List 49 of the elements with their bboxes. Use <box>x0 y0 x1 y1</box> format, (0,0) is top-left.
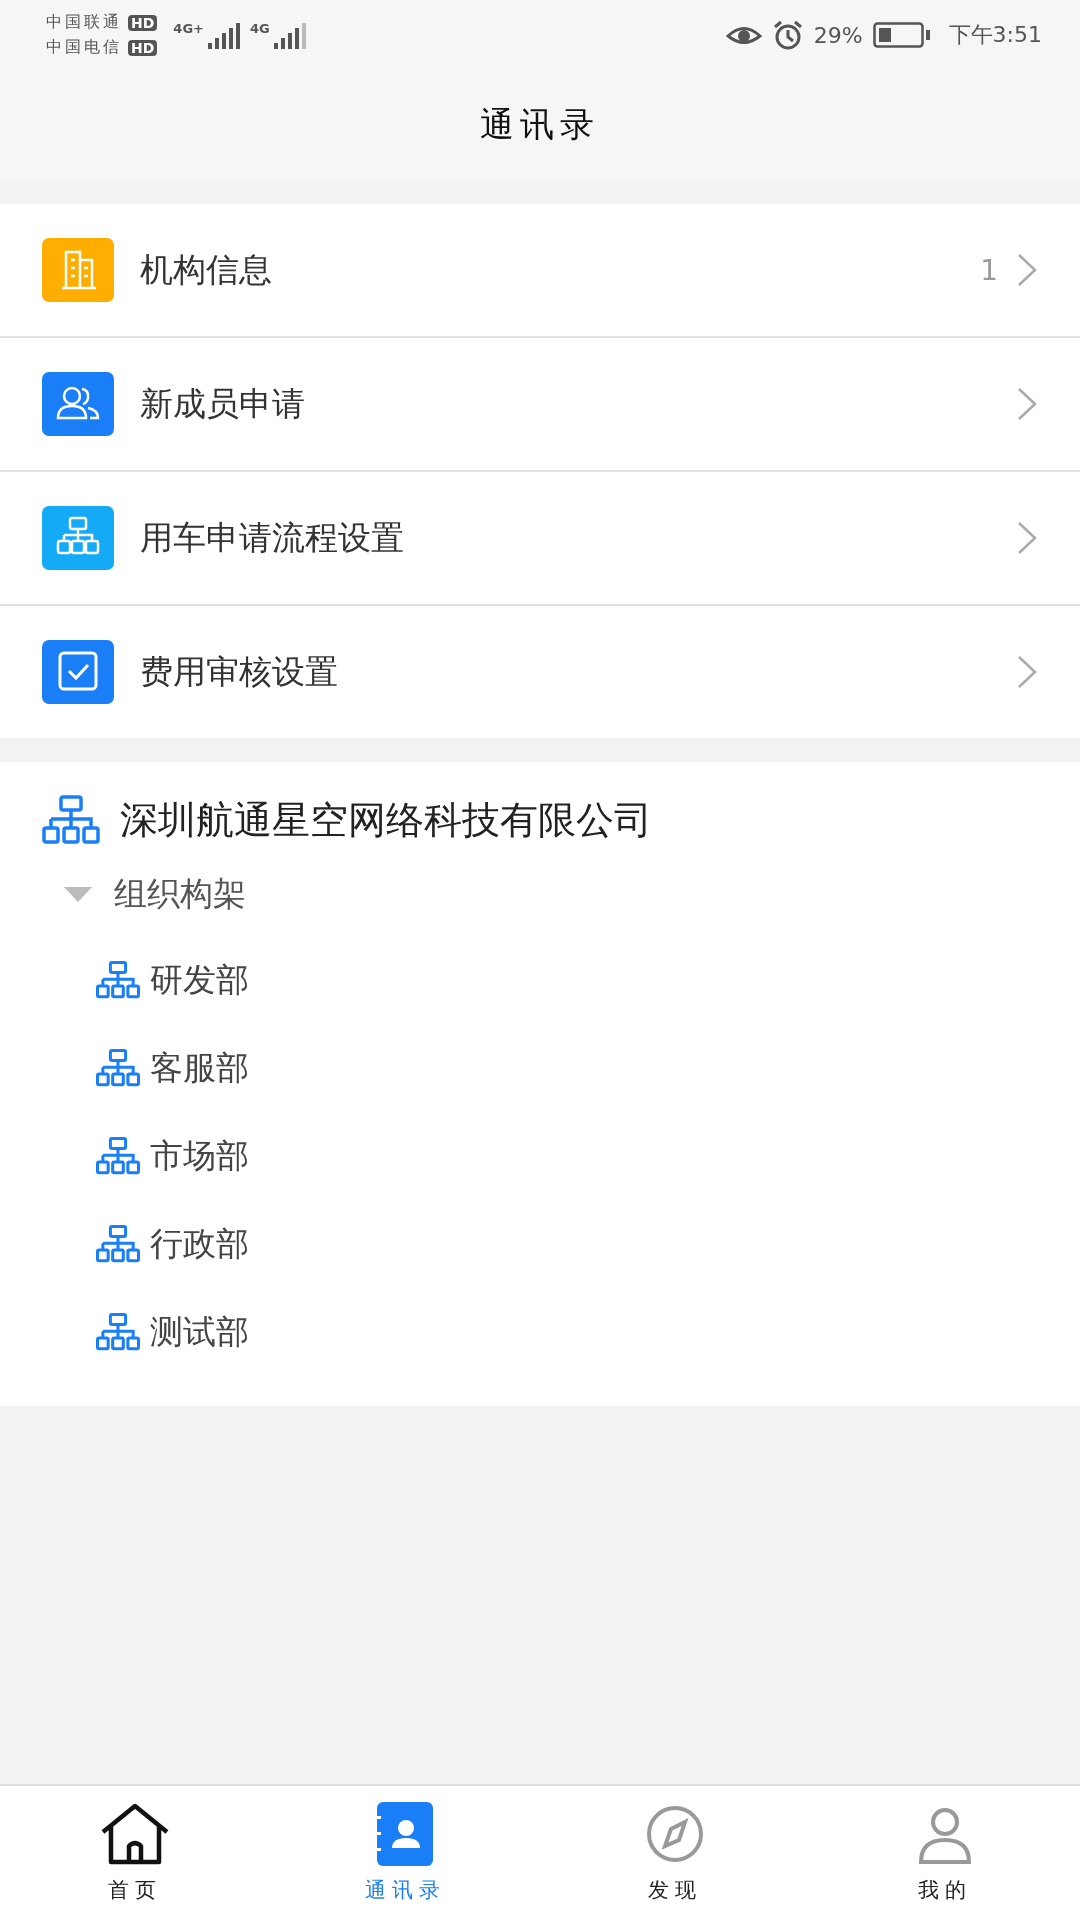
signal-icon <box>205 21 240 49</box>
building-icon <box>42 238 114 302</box>
battery-icon <box>872 22 931 48</box>
org-chart-icon <box>42 795 100 845</box>
department-item[interactable]: 行政部 <box>150 1221 249 1267</box>
org-chart-icon <box>96 1049 140 1087</box>
page-title: 通讯录 <box>480 103 600 146</box>
department-item[interactable]: 市场部 <box>150 1133 249 1179</box>
tab[interactable]: 发现 <box>540 1786 810 1920</box>
tree-node[interactable]: 组织构架 <box>0 852 1080 936</box>
department-item[interactable]: 客服部 <box>150 1045 249 1091</box>
menu-item[interactable]: 新成员申请 <box>0 338 1080 472</box>
chevron-right-icon <box>1016 386 1038 422</box>
carrier-name: 中国电信 <box>46 37 122 58</box>
menu-label: 用车申请流程设置 <box>140 516 404 559</box>
department-item[interactable]: 测试部 <box>150 1309 249 1355</box>
org-chart-icon <box>96 1137 140 1175</box>
org-chart-icon <box>96 1313 140 1351</box>
network-label: 4G <box>249 21 270 36</box>
department-item[interactable]: 研发部 <box>150 957 249 1003</box>
menu-item[interactable]: 机构信息 1 <box>0 204 1080 338</box>
menu-label: 费用审核设置 <box>140 650 338 693</box>
network-label: 4G+ <box>173 21 204 36</box>
signal-icon <box>271 21 306 49</box>
org-icon <box>42 506 114 570</box>
clock-time: 下午3:51 <box>948 21 1042 49</box>
org-chart-icon <box>96 961 140 999</box>
menu-label: 机构信息 <box>140 248 272 291</box>
company-name: 深圳航通星空网络科技有限公司 <box>120 796 652 844</box>
tab[interactable]: 我的 <box>810 1786 1080 1920</box>
menu-label: 新成员申请 <box>140 382 305 425</box>
home-icon <box>99 1802 171 1866</box>
chevron-right-icon <box>1016 252 1038 288</box>
menu-item[interactable]: 用车申请流程设置 <box>0 472 1080 606</box>
chevron-right-icon <box>1016 654 1038 690</box>
alarm-icon <box>771 19 804 51</box>
caret-down-icon <box>64 885 92 903</box>
check-icon <box>42 640 114 704</box>
tab[interactable]: 通讯录 <box>270 1786 540 1920</box>
people-icon <box>42 372 114 436</box>
menu-item[interactable]: 费用审核设置 <box>0 606 1080 738</box>
hd-badge: HD <box>128 39 158 56</box>
count-label: 1 <box>980 253 998 287</box>
carrier-name: 中国联通 <box>46 12 122 33</box>
hd-badge: HD <box>128 14 158 31</box>
org-chart-icon <box>96 1225 140 1263</box>
tab[interactable]: 首页 <box>0 1786 270 1920</box>
battery-percent: 29% <box>813 22 863 48</box>
chevron-right-icon <box>1016 520 1038 556</box>
